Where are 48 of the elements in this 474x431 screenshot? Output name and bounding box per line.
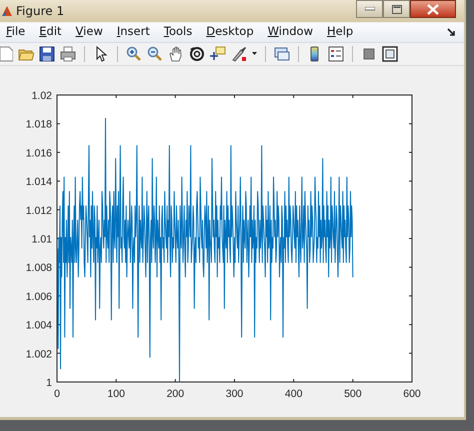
y-tick-label: 1.02: [32, 90, 52, 102]
x-tick-label: 500: [344, 388, 362, 400]
y-tick-label: 1.004: [26, 320, 52, 332]
rotate-icon[interactable]: [189, 46, 205, 62]
new-file-icon[interactable]: [0, 46, 13, 62]
y-tick-label: 1.016: [26, 147, 52, 160]
menu-item[interactable]: Insert: [112, 24, 154, 42]
minimize-icon: [364, 7, 374, 11]
x-tick-label: 100: [107, 388, 125, 400]
print-icon[interactable]: [60, 46, 76, 62]
window-frame-icon[interactable]: [382, 46, 398, 62]
maximize-icon: [392, 4, 402, 14]
maximize-button[interactable]: [383, 0, 410, 18]
menu-item[interactable]: File: [2, 24, 30, 42]
y-tick-label: 1.006: [26, 290, 52, 303]
x-tick-label: 400: [284, 388, 302, 400]
hand-icon[interactable]: [168, 46, 184, 62]
y-tick-label: 1.002: [26, 348, 52, 360]
data-cursor-icon[interactable]: [210, 46, 226, 62]
save-icon[interactable]: [39, 46, 55, 62]
menu-item[interactable]: Edit: [35, 24, 66, 42]
square-icon[interactable]: [361, 46, 377, 62]
app-icon: [2, 4, 12, 18]
zoom-out-icon[interactable]: [147, 46, 163, 62]
menu-item[interactable]: Desktop: [202, 24, 258, 42]
x-tick-label: 300: [226, 388, 244, 400]
zoom-in-icon[interactable]: [126, 46, 142, 62]
linked-plot-icon[interactable]: [274, 46, 290, 62]
menu-item[interactable]: Help: [323, 24, 358, 42]
y-tick-label: 1.012: [26, 204, 52, 217]
dock-arrow-icon[interactable]: [447, 28, 456, 37]
menu-item[interactable]: View: [72, 24, 107, 42]
close-button[interactable]: [410, 0, 456, 18]
close-icon: [427, 4, 439, 14]
menu-item[interactable]: Window: [264, 24, 317, 42]
y-tick-label: 1.018: [26, 118, 52, 131]
y-tick-label: 1.01: [32, 234, 52, 246]
legend-icon[interactable]: [328, 46, 344, 62]
x-tick-label: 200: [166, 388, 184, 400]
minimize-button[interactable]: [356, 0, 383, 18]
brush-icon[interactable]: [231, 46, 247, 62]
menu-item[interactable]: Tools: [160, 24, 196, 42]
window-title: Figure 1: [16, 4, 66, 18]
x-tick-label: 600: [403, 388, 421, 400]
y-tick-label: 1: [46, 377, 52, 389]
y-tick-label: 1.008: [26, 262, 52, 274]
x-tick-label: 0: [54, 388, 60, 400]
y-tick-label: 1.014: [26, 176, 52, 188]
